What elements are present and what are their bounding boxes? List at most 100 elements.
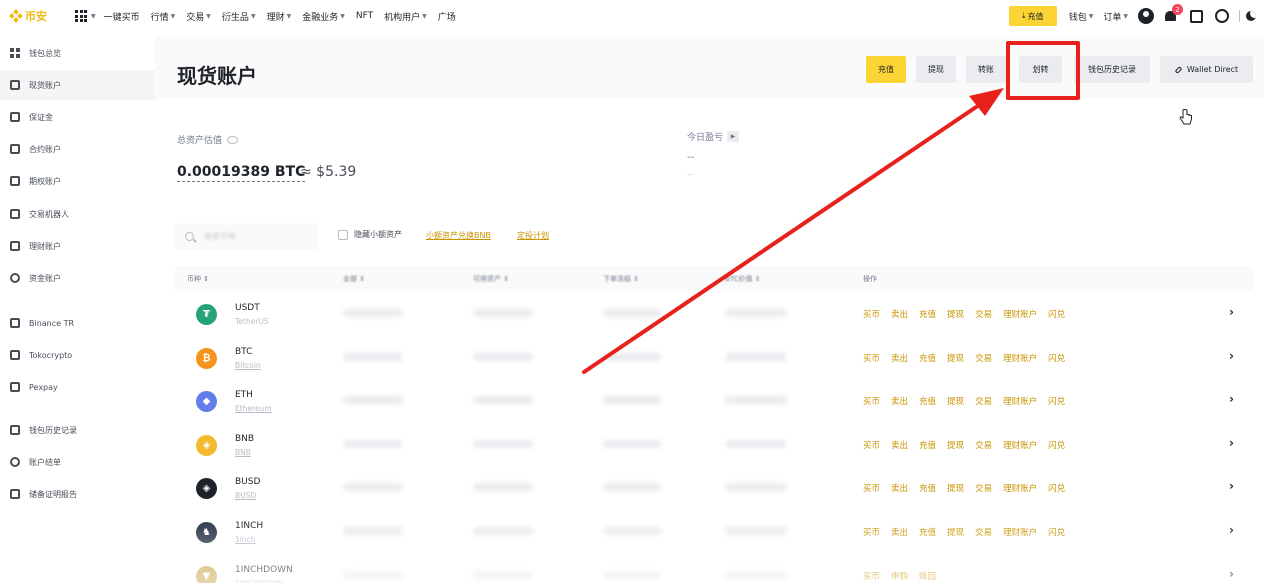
row-action-link[interactable]: 提现 xyxy=(947,439,964,451)
sidebar-item-2[interactable]: 保证金 xyxy=(0,102,155,132)
balance-btc[interactable]: 0.00019389 BTC xyxy=(177,164,306,182)
row-action-link[interactable]: 买币 xyxy=(863,526,880,538)
hide-small-assets-toggle[interactable]: 隐藏小额资产 xyxy=(338,229,402,240)
row-action-link[interactable]: 卖出 xyxy=(891,308,908,320)
nav-item-5[interactable]: 金融业务 ▼ xyxy=(302,10,345,23)
table-row[interactable]: ◈ BNB BNB 买币 卖出 充值 提现 交易 理财账户 闪兑 › xyxy=(175,424,1253,467)
row-action-link[interactable]: 闪兑 xyxy=(1048,526,1065,538)
row-action-link[interactable]: 充值 xyxy=(919,439,936,451)
row-action-link[interactable]: 交易 xyxy=(975,352,992,364)
row-action-link[interactable]: 买币 xyxy=(863,395,880,407)
chevron-right-icon[interactable]: › xyxy=(1229,349,1234,363)
row-action-link[interactable]: 理财账户 xyxy=(1003,526,1037,538)
table-row[interactable]: ♞ 1INCH 1inch 买币 卖出 充值 提现 交易 理财账户 闪兑 › xyxy=(175,511,1253,554)
column-coin[interactable]: 币种 ⇕ xyxy=(187,274,209,284)
top-deposit-button[interactable]: ⤓ 充值 xyxy=(1008,6,1057,26)
column-in-order[interactable]: 下单冻结 ⇕ xyxy=(603,274,639,284)
convert-small-assets-link[interactable]: 小额资产兑换BNB xyxy=(426,230,491,241)
sidebar-item-13[interactable]: 储备证明报告 xyxy=(0,479,155,509)
column-total[interactable]: 全部 ⇕ xyxy=(343,274,365,284)
row-action-link[interactable]: 卖出 xyxy=(891,482,908,494)
nav-item-2[interactable]: 交易 ▼ xyxy=(186,10,211,23)
row-action-link[interactable]: 理财账户 xyxy=(1003,308,1037,320)
column-btc-value[interactable]: BTC价值 ⇕ xyxy=(725,274,761,284)
sidebar-item-5[interactable]: 交易机器人 xyxy=(0,199,155,229)
row-action-link[interactable]: 交易 xyxy=(975,308,992,320)
row-action-link[interactable]: 充值 xyxy=(919,482,936,494)
user-icon[interactable] xyxy=(1138,8,1154,24)
row-action-link[interactable]: 提现 xyxy=(947,395,964,407)
row-action-link[interactable]: 充值 xyxy=(919,352,936,364)
row-action-link[interactable]: 闪兑 xyxy=(1048,395,1065,407)
row-action-link[interactable]: 买币 xyxy=(863,308,880,320)
row-action-link[interactable]: 理财账户 xyxy=(1003,482,1037,494)
coin-name[interactable]: Ethereum xyxy=(235,404,272,413)
chevron-right-icon[interactable]: ▶ xyxy=(727,131,740,142)
table-row[interactable]: ₿ BTC Bitcoin 买币 卖出 充值 提现 交易 理财账户 闪兑 › xyxy=(175,337,1253,380)
row-action-link[interactable]: 交易 xyxy=(975,395,992,407)
apps-grid-icon[interactable] xyxy=(75,10,87,22)
column-available[interactable]: 可用资产 ⇕ xyxy=(473,274,509,284)
deposit-button[interactable]: 充值 xyxy=(866,56,906,83)
row-action-link[interactable]: 卖出 xyxy=(891,395,908,407)
sidebar-item-0[interactable]: 钱包总览 xyxy=(0,38,155,68)
chevron-right-icon[interactable]: › xyxy=(1229,392,1234,406)
row-action-link[interactable]: 闪兑 xyxy=(1048,439,1065,451)
auto-invest-link[interactable]: 定投计划 xyxy=(517,230,549,241)
row-action-link[interactable]: 交易 xyxy=(975,482,992,494)
nav-item-0[interactable]: 一键买币 xyxy=(104,10,140,23)
coin-name[interactable]: BUSD xyxy=(235,491,256,500)
sidebar-item-8[interactable]: Binance TR xyxy=(0,308,155,338)
row-action-link[interactable]: 闪兑 xyxy=(1048,352,1065,364)
nav-item-3[interactable]: 衍生品 ▼ xyxy=(222,10,256,23)
wallet-direct-button[interactable]: Wallet Direct xyxy=(1160,56,1253,83)
wallet-menu[interactable]: 钱包 ▼ xyxy=(1069,10,1094,23)
row-action-link[interactable]: 充值 xyxy=(919,308,936,320)
row-action-link[interactable]: 理财账户 xyxy=(1003,439,1037,451)
sidebar-item-10[interactable]: Pexpay xyxy=(0,372,155,402)
row-action-link[interactable]: 闪兑 xyxy=(1048,308,1065,320)
row-action-link[interactable]: 闪兑 xyxy=(1048,482,1065,494)
eye-icon[interactable] xyxy=(227,135,239,144)
row-action-link[interactable]: 买币 xyxy=(863,482,880,494)
chevron-right-icon[interactable]: › xyxy=(1229,305,1234,319)
row-action-link[interactable]: 卖出 xyxy=(891,352,908,364)
chevron-right-icon[interactable]: › xyxy=(1229,479,1234,493)
coin-name[interactable]: Bitcoin xyxy=(235,361,261,370)
nav-item-4[interactable]: 理财 ▼ xyxy=(267,10,292,23)
row-action-link[interactable]: 买币 xyxy=(863,352,880,364)
nav-item-7[interactable]: 机构用户 ▼ xyxy=(384,10,427,23)
row-action-link[interactable]: 买币 xyxy=(863,570,880,582)
table-row[interactable]: ▼ 1INCHDOWN 1INCHDOWN 买币申购赎回 › xyxy=(175,555,1253,583)
sidebar-item-11[interactable]: 钱包历史记录 xyxy=(0,415,155,445)
sidebar-item-1[interactable]: 现货账户 xyxy=(0,70,155,100)
row-action-link[interactable]: 卖出 xyxy=(891,526,908,538)
sidebar-item-12[interactable]: 账户结单 xyxy=(0,447,155,477)
nav-item-6[interactable]: NFT xyxy=(356,11,373,21)
chevron-right-icon[interactable]: › xyxy=(1229,523,1234,537)
row-action-link[interactable]: 卖出 xyxy=(891,439,908,451)
row-action-link[interactable]: 理财账户 xyxy=(1003,352,1037,364)
row-action-link[interactable]: 交易 xyxy=(975,439,992,451)
row-action-link[interactable]: 提现 xyxy=(947,526,964,538)
checkbox[interactable] xyxy=(338,229,348,240)
orders-menu[interactable]: 订单 ▼ xyxy=(1103,10,1128,23)
row-action-link[interactable]: 提现 xyxy=(947,352,964,364)
chevron-right-icon[interactable]: › xyxy=(1229,567,1234,581)
sidebar-item-7[interactable]: 资金账户 xyxy=(0,263,155,293)
moon-icon[interactable] xyxy=(1246,11,1256,21)
coin-name[interactable]: BNB xyxy=(235,448,251,457)
table-row[interactable]: ◈ BUSD BUSD 买币 卖出 充值 提现 交易 理财账户 闪兑 › xyxy=(175,467,1253,510)
row-action-link[interactable]: 理财账户 xyxy=(1003,395,1037,407)
withdraw-button[interactable]: 提现 xyxy=(916,56,956,83)
send-button[interactable]: 转账 xyxy=(966,56,1006,83)
row-action-link[interactable]: 赎回 xyxy=(919,570,936,582)
coin-search-input[interactable]: 搜索币种 xyxy=(175,223,317,250)
row-action-link[interactable]: 充值 xyxy=(919,395,936,407)
row-action-link[interactable]: 提现 xyxy=(947,308,964,320)
scan-icon[interactable] xyxy=(1190,9,1203,23)
row-action-link[interactable]: 交易 xyxy=(975,526,992,538)
row-action-link[interactable]: 提现 xyxy=(947,482,964,494)
chevron-right-icon[interactable]: › xyxy=(1229,436,1234,450)
row-action-link[interactable]: 申购 xyxy=(891,570,908,582)
